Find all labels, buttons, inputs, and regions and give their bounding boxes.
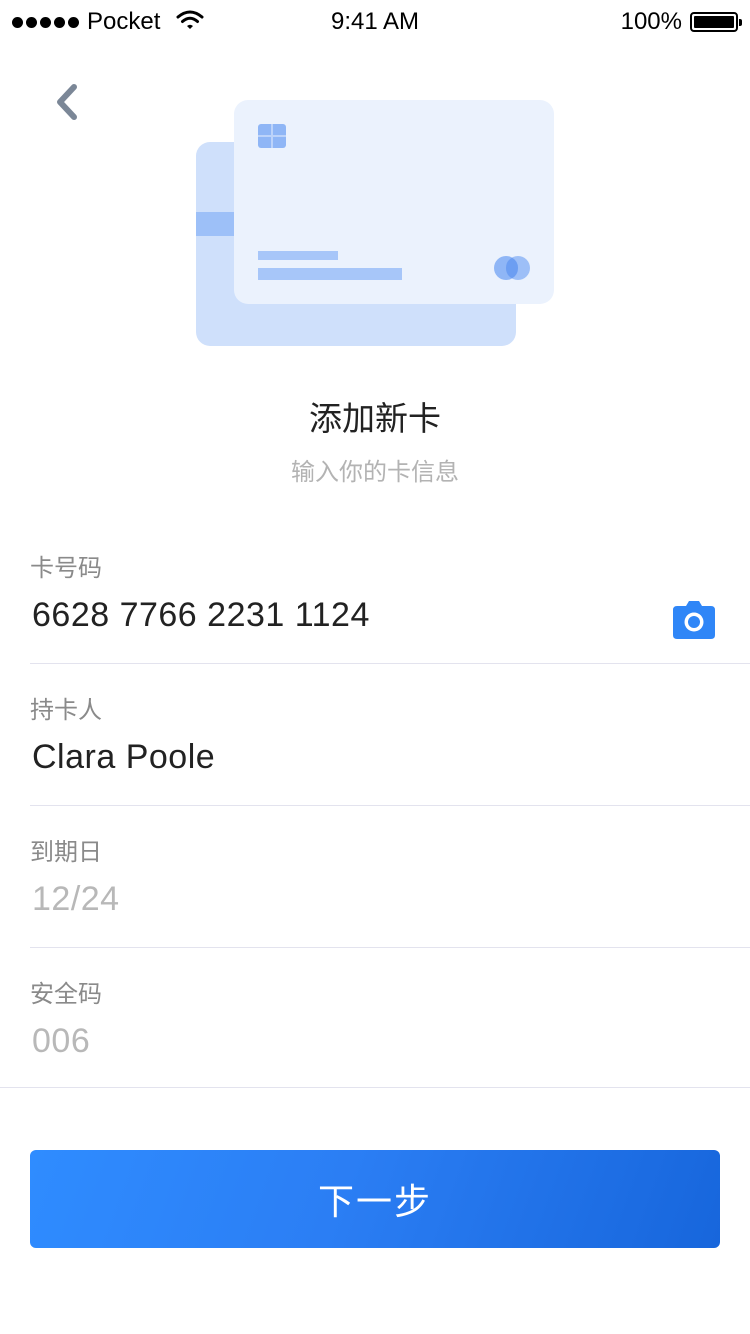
- battery-icon: [690, 12, 742, 32]
- card-number-input[interactable]: 6628 7766 2231 1124: [32, 596, 370, 635]
- camera-icon[interactable]: [672, 600, 716, 640]
- card-chip-icon: [258, 124, 286, 148]
- card-brand-icon: [494, 256, 530, 280]
- back-button[interactable]: [44, 80, 88, 124]
- card-number-label: 卡号码: [30, 554, 102, 582]
- card-back-shape: [196, 142, 516, 346]
- security-code-field[interactable]: 安全码 006: [0, 948, 750, 1088]
- expiry-field[interactable]: 到期日 12/24: [30, 806, 750, 948]
- security-code-input[interactable]: 006: [32, 1022, 90, 1061]
- status-bar-right: 100%: [620, 8, 742, 36]
- page-title: 添加新卡: [309, 399, 441, 438]
- chevron-left-icon: [57, 84, 77, 120]
- page-subtitle: 输入你的卡信息: [291, 458, 459, 486]
- card-line-short: [258, 251, 338, 260]
- battery-percent: 100%: [620, 8, 682, 35]
- expiry-label: 到期日: [30, 838, 102, 866]
- cardholder-field[interactable]: 持卡人 Clara Poole: [30, 664, 750, 806]
- card-line-long: [258, 268, 402, 280]
- security-code-label: 安全码: [30, 980, 102, 1008]
- next-button[interactable]: 下一步: [30, 1150, 720, 1248]
- card-back-stripe: [196, 212, 236, 236]
- card-number-field[interactable]: 卡号码 6628 7766 2231 1124: [30, 522, 750, 664]
- cardholder-input[interactable]: Clara Poole: [32, 738, 215, 777]
- cardholder-label: 持卡人: [30, 696, 102, 724]
- status-bar: Pocket 9:41 AM 100%: [0, 0, 750, 44]
- card-front-shape: [234, 100, 554, 304]
- expiry-input[interactable]: 12/24: [32, 880, 120, 919]
- card-illustration: [196, 100, 554, 346]
